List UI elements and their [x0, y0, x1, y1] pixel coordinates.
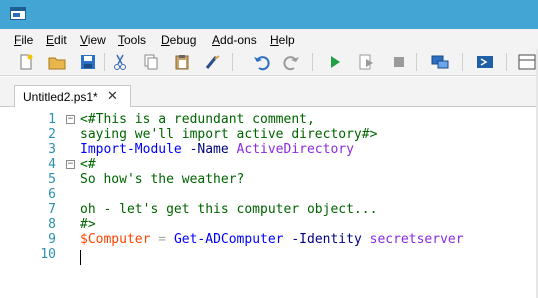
line-number: 7: [48, 202, 56, 217]
code-line-1: <#This is a redundant comment,: [80, 112, 315, 127]
menu-tools-label: ools: [124, 33, 147, 47]
menu-help-label: elp: [278, 33, 295, 47]
toolbar-separator: [416, 53, 417, 71]
cut-icon[interactable]: [111, 53, 129, 71]
new-script-icon[interactable]: [17, 53, 35, 71]
run-selection-icon[interactable]: [357, 53, 375, 71]
comment-token: <#This is a redundant comment,: [80, 112, 315, 127]
line-number: 3: [48, 142, 56, 157]
line-number: 4: [48, 157, 56, 172]
menu-debug-label: ebug: [169, 33, 197, 47]
code-line-8: #>: [80, 217, 96, 232]
script-editor[interactable]: 1 2 3 4 5 6 7 8 9 10 − − <#This is a red…: [0, 107, 538, 298]
menu-addons[interactable]: Add-ons: [212, 33, 257, 47]
script-tab-strip: Untitled2.ps1* ✕: [0, 77, 538, 108]
redo-icon[interactable]: [283, 53, 301, 71]
menu-edit-accelerator: E: [46, 33, 55, 47]
code-line-7: oh - let's get this computer object...: [80, 202, 377, 217]
line-number: 5: [48, 172, 56, 187]
run-icon[interactable]: [326, 53, 344, 71]
menu-view[interactable]: View: [80, 33, 106, 47]
line-number: 6: [48, 187, 56, 202]
menu-addons-accelerator: A: [212, 33, 221, 47]
toolbar-separator: [506, 53, 507, 71]
powershell-ise-app-icon[interactable]: [10, 7, 26, 20]
line-number: 8: [48, 217, 56, 232]
copy-icon[interactable]: [142, 53, 160, 71]
comment-token: #>: [80, 217, 96, 232]
layout-icon[interactable]: [518, 53, 536, 71]
parameter-token: -Identity: [283, 232, 362, 247]
toolbar: [0, 49, 538, 76]
menu-edit[interactable]: Edit: [46, 33, 67, 47]
remote-powershell-icon[interactable]: [431, 53, 449, 71]
menu-view-label: iew: [87, 33, 106, 47]
menu-file[interactable]: File: [14, 33, 33, 47]
stop-icon[interactable]: [390, 53, 408, 71]
cmdlet-token: Import-Module: [80, 142, 182, 157]
toolbar-separator: [312, 53, 313, 71]
line-number: 2: [48, 127, 56, 142]
line-number: 1: [48, 112, 56, 127]
toolbar-separator: [462, 53, 463, 71]
clear-console-icon[interactable]: [204, 53, 222, 71]
open-folder-icon[interactable]: [48, 53, 66, 71]
variable-token: $Computer: [80, 232, 151, 247]
line-number: 10: [40, 247, 56, 262]
argument-token: ActiveDirectory: [228, 142, 354, 157]
powershell-console-icon[interactable]: [476, 53, 494, 71]
menu-edit-label: dit: [54, 33, 67, 47]
toolbar-separator: [232, 53, 233, 71]
paste-icon[interactable]: [173, 53, 191, 71]
cmdlet-token: Get-ADComputer: [173, 232, 284, 247]
line-number: 9: [48, 232, 56, 247]
menu-file-label: ile: [21, 33, 34, 47]
code-line-9: $Computer = Get-ADComputer -Identity sec…: [80, 232, 464, 247]
undo-icon[interactable]: [252, 53, 270, 71]
save-icon[interactable]: [79, 53, 97, 71]
menu-help[interactable]: Help: [270, 33, 295, 47]
title-bar: [0, 0, 538, 29]
operator-token: =: [150, 232, 174, 247]
menu-debug-accelerator: D: [161, 33, 170, 47]
comment-token: saying we'll import active directory#>: [80, 127, 378, 142]
parameter-token: -Name: [181, 142, 229, 157]
tab-label: Untitled2.ps1*: [23, 90, 98, 104]
collapse-comment-icon[interactable]: −: [66, 160, 75, 169]
menu-bar: File Edit View Tools Debug Add-ons Help: [0, 29, 538, 49]
argument-token: secretserver: [361, 232, 464, 247]
menu-addons-label: dd-ons: [220, 33, 257, 47]
code-line-5: So how's the weather?: [80, 172, 244, 187]
comment-token: oh - let's get this computer object...: [80, 202, 378, 217]
comment-token: <#: [80, 157, 96, 172]
menu-tools[interactable]: Tools: [118, 33, 146, 47]
text-caret: [80, 250, 81, 265]
menu-help-accelerator: H: [270, 33, 279, 47]
menu-debug[interactable]: Debug: [161, 33, 196, 47]
code-line-3: Import-Module -Name ActiveDirectory: [80, 142, 354, 157]
close-icon[interactable]: ✕: [107, 88, 118, 104]
toolbar-separator: [104, 53, 105, 71]
comment-token: So how's the weather?: [80, 172, 245, 187]
menu-view-accelerator: V: [80, 33, 88, 47]
code-line-4: <#: [80, 157, 96, 172]
tab-untitled2[interactable]: Untitled2.ps1* ✕: [14, 85, 131, 108]
collapse-comment-icon[interactable]: −: [66, 115, 75, 124]
code-line-2: saying we'll import active directory#>: [80, 127, 377, 142]
